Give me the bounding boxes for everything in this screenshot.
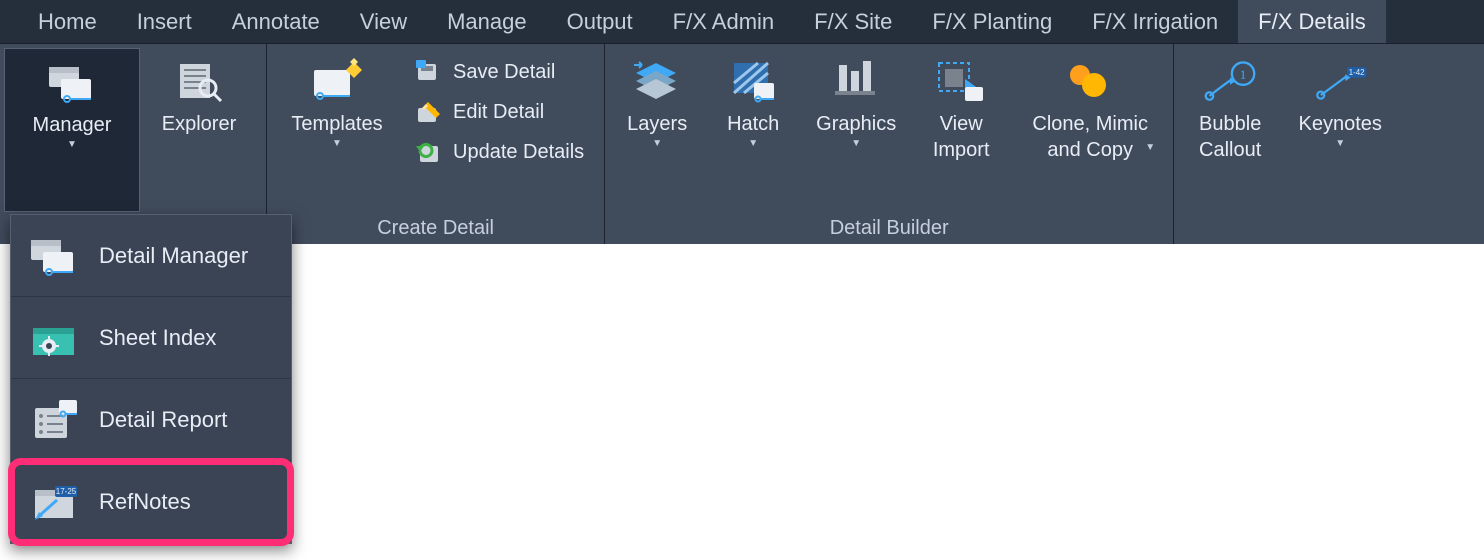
hatch-label: Hatch: [727, 112, 779, 136]
templates-button[interactable]: Templates ▼: [271, 48, 403, 212]
tab-fx-irrigation[interactable]: F/X Irrigation: [1072, 0, 1238, 43]
tab-label: View: [360, 9, 407, 35]
tab-fx-planting[interactable]: F/X Planting: [912, 0, 1072, 43]
dropdown-item-label: Sheet Index: [99, 325, 216, 351]
tab-output[interactable]: Output: [547, 0, 653, 43]
report-icon: [27, 396, 83, 444]
manager-label: Manager: [33, 113, 112, 137]
tab-manage[interactable]: Manage: [427, 0, 547, 43]
tab-label: F/X Irrigation: [1092, 9, 1218, 35]
ribbon-group-detail-builder: Layers ▼ Hatch ▼: [605, 44, 1174, 244]
chevron-down-icon: ▼: [1145, 142, 1155, 153]
explorer-button[interactable]: Explorer: [140, 48, 258, 212]
dropdown-item-label: Detail Manager: [99, 243, 248, 269]
tab-label: F/X Admin: [673, 9, 774, 35]
manager-button[interactable]: Manager ▼: [4, 48, 140, 212]
folder-detail-icon: [27, 232, 83, 280]
chevron-down-icon: ▼: [851, 138, 861, 149]
tab-home[interactable]: Home: [18, 0, 117, 43]
edit-icon: [415, 98, 443, 126]
refnotes-icon: 17-25: [27, 478, 83, 526]
edit-detail-button[interactable]: Edit Detail: [409, 92, 590, 132]
hatch-button[interactable]: Hatch ▼: [705, 48, 801, 212]
layers-button[interactable]: Layers ▼: [609, 48, 705, 212]
dropdown-item-refnotes[interactable]: 17-25 RefNotes: [11, 461, 291, 543]
tab-fx-admin[interactable]: F/X Admin: [653, 0, 794, 43]
hatch-icon: [725, 54, 781, 110]
chevron-down-icon: ▼: [332, 138, 342, 149]
graphics-button[interactable]: Graphics ▼: [801, 48, 911, 212]
save-detail-button[interactable]: Save Detail: [409, 52, 590, 92]
tab-label: Insert: [137, 9, 192, 35]
tab-label: F/X Planting: [932, 9, 1052, 35]
dropdown-item-label: Detail Report: [99, 407, 227, 433]
tab-strip: Home Insert Annotate View Manage Output …: [0, 0, 1484, 44]
dropdown-item-detail-report[interactable]: Detail Report: [11, 379, 291, 461]
group-label-create-detail: Create Detail: [271, 212, 600, 244]
dropdown-item-sheet-index[interactable]: Sheet Index: [11, 297, 291, 379]
chevron-down-icon: ▼: [652, 138, 662, 149]
chevron-down-icon: ▼: [748, 138, 758, 149]
chevron-down-icon: ▼: [67, 139, 77, 150]
group-label-detail-builder: Detail Builder: [609, 212, 1169, 244]
templates-label: Templates: [291, 112, 382, 136]
tab-label: Output: [567, 9, 633, 35]
tab-label: F/X Details: [1258, 9, 1366, 35]
svg-text:17-25: 17-25: [56, 487, 77, 496]
folder-detail-icon: [44, 55, 100, 111]
tab-label: Home: [38, 9, 97, 35]
update-details-label: Update Details: [453, 141, 584, 164]
graphics-label: Graphics: [816, 112, 896, 136]
view-import-label-bot: Import: [933, 138, 990, 162]
tab-annotate[interactable]: Annotate: [212, 0, 340, 43]
keynotes-label: Keynotes: [1298, 112, 1381, 136]
tab-view[interactable]: View: [340, 0, 427, 43]
view-import-label-top: View: [940, 112, 983, 136]
save-icon: [415, 58, 443, 86]
clone-mimic-copy-button[interactable]: Clone, Mimic and Copy ▼: [1011, 48, 1169, 212]
bubble-label-bot: Callout: [1199, 138, 1261, 162]
svg-text:1-42: 1-42: [1349, 68, 1365, 77]
clone-label-top: Clone, Mimic: [1032, 112, 1148, 136]
ribbon-group-callouts: 1 Bubble Callout 1-42: [1174, 44, 1402, 244]
chevron-down-icon: ▼: [1335, 138, 1345, 149]
save-detail-label: Save Detail: [453, 61, 555, 84]
graphics-icon: [828, 54, 884, 110]
explorer-label: Explorer: [162, 112, 236, 136]
bubble-callout-icon: 1: [1202, 54, 1258, 110]
edit-detail-label: Edit Detail: [453, 101, 544, 124]
svg-text:1: 1: [1240, 67, 1247, 82]
layers-icon: [629, 54, 685, 110]
tab-insert[interactable]: Insert: [117, 0, 212, 43]
bubble-label-top: Bubble: [1199, 112, 1261, 136]
tab-label: F/X Site: [814, 9, 892, 35]
clone-label-bot: and Copy: [1047, 138, 1133, 162]
keynotes-button[interactable]: 1-42 Keynotes ▼: [1282, 48, 1398, 212]
tab-label: Annotate: [232, 9, 320, 35]
dropdown-item-detail-manager[interactable]: Detail Manager: [11, 215, 291, 297]
view-import-button[interactable]: View Import: [911, 48, 1011, 212]
tab-fx-details[interactable]: F/X Details: [1238, 0, 1386, 43]
layers-label: Layers: [627, 112, 687, 136]
explorer-icon: [171, 54, 227, 110]
ribbon-group-create-detail: Templates ▼ Save Detail: [267, 44, 605, 244]
folder-gear-icon: [27, 314, 83, 362]
tab-fx-site[interactable]: F/X Site: [794, 0, 912, 43]
update-details-button[interactable]: Update Details: [409, 132, 590, 172]
create-detail-small-col: Save Detail Edit Detail: [403, 48, 600, 212]
view-import-icon: [933, 54, 989, 110]
group-label-blank2: [1178, 212, 1398, 244]
clone-icon: [1062, 54, 1118, 110]
templates-icon: [309, 54, 365, 110]
keynotes-icon: 1-42: [1312, 54, 1368, 110]
bubble-callout-button[interactable]: 1 Bubble Callout: [1178, 48, 1282, 212]
tab-label: Manage: [447, 9, 527, 35]
dropdown-item-label: RefNotes: [99, 489, 191, 515]
refresh-icon: [415, 138, 443, 166]
manager-dropdown: Detail Manager Sheet Index: [10, 214, 292, 544]
